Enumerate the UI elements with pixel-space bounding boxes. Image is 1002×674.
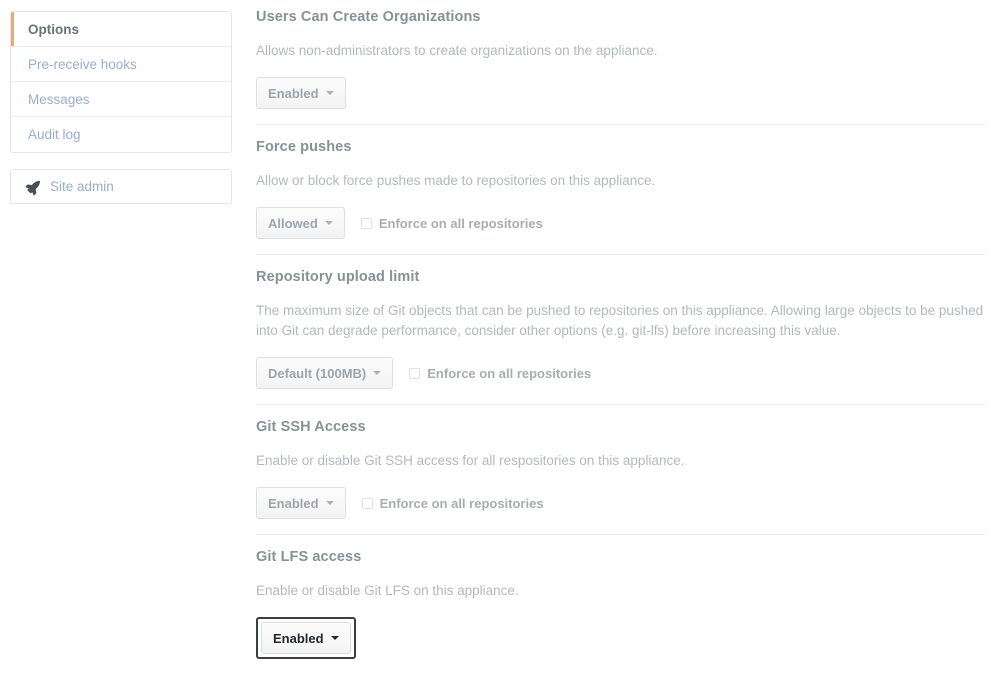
chevron-down-icon (325, 501, 334, 505)
force-pushes-dropdown[interactable]: Allowed (256, 207, 345, 239)
setting-description: The maximum size of Git objects that can… (256, 303, 984, 338)
setting-description: Allows non-administrators to create orga… (256, 43, 658, 58)
sidebar-item-label: Audit log (28, 127, 81, 142)
checkbox-icon[interactable] (409, 367, 421, 379)
sidebar-item-label: Options (28, 22, 79, 37)
site-admin-label: Site admin (50, 179, 114, 194)
setting-users-can-create-organizations: Users Can Create Organizations Allows no… (256, 0, 986, 125)
git-lfs-access-dropdown[interactable]: Enabled (261, 622, 351, 654)
chevron-down-icon (324, 221, 333, 225)
chevron-down-icon (325, 91, 334, 95)
sidebar-item-options[interactable]: Options (11, 12, 231, 47)
git-ssh-enforce-checkbox-group[interactable]: Enforce on all repositories (361, 495, 544, 511)
checkbox-icon[interactable] (361, 497, 373, 509)
sidebar-item-label: Pre-receive hooks (28, 57, 137, 72)
setting-controls: Default (100MB) Enforce on all repositor… (256, 357, 986, 389)
setting-title: Force pushes (256, 139, 352, 155)
repository-upload-limit-dropdown[interactable]: Default (100MB) (256, 357, 394, 389)
button-label: Enabled (273, 630, 324, 646)
checkbox-label: Enforce on all repositories (427, 365, 592, 381)
setting-title: Git LFS access (256, 549, 362, 565)
git-ssh-access-dropdown[interactable]: Enabled (256, 487, 346, 519)
setting-git-lfs-access: Git LFS access Enable or disable Git LFS… (256, 535, 986, 674)
sidebar-item-audit-log[interactable]: Audit log (11, 117, 231, 152)
sidebar-item-pre-receive-hooks[interactable]: Pre-receive hooks (11, 47, 231, 82)
sidebar-item-label: Messages (28, 92, 90, 107)
button-label: Default (100MB) (268, 365, 367, 381)
rocket-icon (25, 180, 41, 196)
setting-git-ssh-access: Git SSH Access Enable or disable Git SSH… (256, 405, 986, 535)
setting-repository-upload-limit: Repository upload limit The maximum size… (256, 255, 986, 405)
setting-controls: Allowed Enforce on all repositories (256, 207, 986, 239)
chevron-down-icon (373, 371, 382, 375)
setting-title: Git SSH Access (256, 419, 366, 435)
setting-description: Enable or disable Git SSH access for all… (256, 453, 685, 468)
settings-page: Options Pre-receive hooks Messages Audit… (0, 0, 1002, 659)
settings-list: Users Can Create Organizations Allows no… (256, 0, 986, 674)
setting-controls: Enabled (256, 617, 986, 659)
force-pushes-enforce-checkbox-group[interactable]: Enforce on all repositories (360, 215, 543, 231)
users-create-orgs-dropdown[interactable]: Enabled (256, 77, 346, 109)
button-label: Allowed (268, 215, 318, 231)
button-label: Enabled (268, 495, 319, 511)
sidebar-nav-card: Options Pre-receive hooks Messages Audit… (10, 11, 232, 153)
setting-description: Enable or disable Git LFS on this applia… (256, 583, 519, 598)
checkbox-label: Enforce on all repositories (378, 215, 543, 231)
upload-limit-enforce-checkbox-group[interactable]: Enforce on all repositories (409, 366, 591, 381)
setting-description: Allow or block force pushes made to repo… (256, 173, 656, 188)
setting-title: Repository upload limit (256, 269, 420, 285)
checkbox-icon[interactable] (360, 217, 372, 229)
sidebar-item-messages[interactable]: Messages (11, 82, 231, 117)
sidebar: Options Pre-receive hooks Messages Audit… (10, 11, 232, 204)
setting-title: Users Can Create Organizations (256, 9, 481, 25)
setting-force-pushes: Force pushes Allow or block force pushes… (256, 125, 986, 255)
checkbox-label: Enforce on all repositories (379, 495, 544, 511)
setting-controls: Enabled Enforce on all repositories (256, 487, 986, 519)
sidebar-item-site-admin[interactable]: Site admin (10, 169, 232, 204)
git-lfs-dropdown-focus-ring: Enabled (256, 617, 356, 659)
setting-controls: Enabled (256, 77, 986, 109)
chevron-down-icon (330, 636, 339, 640)
button-label: Enabled (268, 85, 319, 101)
